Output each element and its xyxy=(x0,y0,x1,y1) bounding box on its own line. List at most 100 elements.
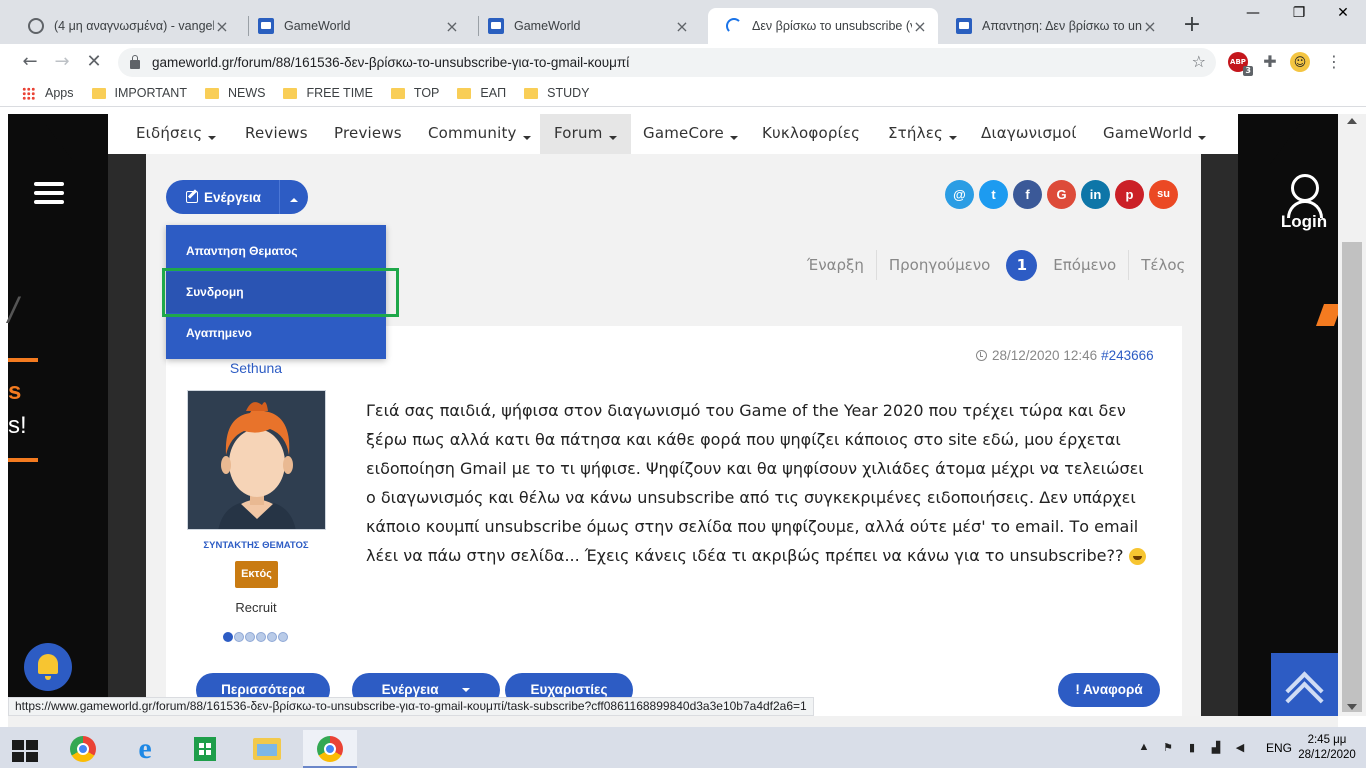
volume-icon[interactable]: ◀ xyxy=(1232,741,1248,755)
profile-avatar-icon[interactable]: ☺ xyxy=(1290,52,1310,72)
bookmark-eap[interactable]: ΕΑΠ xyxy=(457,86,506,100)
globe-icon xyxy=(28,18,44,34)
close-window-button[interactable]: ✕ xyxy=(1320,0,1366,28)
flag-icon[interactable]: ⚑ xyxy=(1160,741,1176,755)
bookmark-important[interactable]: IMPORTANT xyxy=(91,86,187,100)
twitter-icon[interactable]: t xyxy=(979,180,1008,209)
bookmark-star-icon[interactable]: ☆ xyxy=(1192,52,1206,71)
forward-arrow-icon[interactable]: → xyxy=(50,50,74,74)
tab-close-icon[interactable]: × xyxy=(444,17,460,36)
pagination-start[interactable]: Έναρξη xyxy=(795,250,876,280)
taskbar-store[interactable] xyxy=(180,730,228,768)
google-icon[interactable]: G xyxy=(1047,180,1076,209)
input-language[interactable]: ENG xyxy=(1266,741,1292,755)
report-button[interactable]: ! Αναφορά xyxy=(1058,673,1160,707)
stop-loading-icon[interactable]: ✕ xyxy=(82,50,106,74)
scrollbar-thumb[interactable] xyxy=(1342,242,1362,712)
nav-item-contests[interactable]: Διαγωνισμοί xyxy=(981,114,1077,154)
tab-close-icon[interactable]: × xyxy=(214,17,230,36)
scroll-up-arrow-icon[interactable] xyxy=(1347,118,1357,124)
taskbar-internet-explorer[interactable]: e xyxy=(120,730,168,768)
bookmark-news[interactable]: NEWS xyxy=(204,86,266,100)
menu-item-reply[interactable]: Απαντηση Θεματος xyxy=(166,231,386,272)
nav-item-gameworld[interactable]: GameWorld xyxy=(1103,114,1207,154)
hamburger-icon xyxy=(34,191,64,195)
battery-icon[interactable]: ▮ xyxy=(1184,741,1200,755)
browser-toolbar: ← → ✕ gameworld.gr/forum/88/161536-δεν-β… xyxy=(0,44,1366,80)
post-author-username[interactable]: Sethuna xyxy=(186,360,326,376)
pagination: Έναρξη Προηγούμενο 1 Επόμενο Τέλος xyxy=(795,249,1197,281)
pinterest-icon[interactable]: p xyxy=(1115,180,1144,209)
show-hidden-icons-icon[interactable]: ▲ xyxy=(1136,741,1152,755)
rank-dot xyxy=(256,632,266,642)
wifi-signal-icon[interactable]: ▟ xyxy=(1208,741,1224,755)
browser-tab-4-active[interactable]: Δεν βρίσκω το unsubscribe (γι × xyxy=(708,8,938,44)
scroll-to-top-button[interactable] xyxy=(1271,653,1338,720)
pagination-next[interactable]: Επόμενο xyxy=(1041,250,1128,280)
stumbleupon-icon[interactable]: su xyxy=(1149,180,1178,209)
browser-tab-3[interactable]: GameWorld × xyxy=(470,8,700,44)
email-icon[interactable]: @ xyxy=(945,180,974,209)
pagination-end[interactable]: Τέλος xyxy=(1128,250,1197,280)
taskbar-file-explorer[interactable] xyxy=(242,730,290,768)
bookmark-top[interactable]: TOP xyxy=(390,86,439,100)
start-button[interactable] xyxy=(0,730,48,768)
nav-item-columns[interactable]: Στήλες xyxy=(888,114,958,154)
nav-label: Community xyxy=(428,124,517,142)
action-button-main[interactable]: Ενέργεια xyxy=(166,180,280,214)
bookmark-label: IMPORTANT xyxy=(114,86,187,100)
tab-close-icon[interactable]: × xyxy=(674,17,690,36)
back-arrow-icon[interactable]: ← xyxy=(18,50,42,74)
action-label: Ενέργεια xyxy=(204,189,261,205)
linkedin-icon[interactable]: in xyxy=(1081,180,1110,209)
tab-close-icon[interactable]: × xyxy=(1142,17,1158,36)
bookmark-label: NEWS xyxy=(227,86,266,100)
post-permalink[interactable]: #243666 xyxy=(1101,348,1154,363)
post-body: Γειά σας παιδιά, ψήφισα στον διαγωνισμό … xyxy=(366,396,1156,570)
caret-down-icon xyxy=(729,135,738,140)
pagination-prev[interactable]: Προηγούμενο xyxy=(875,250,1002,280)
bookmark-study[interactable]: STUDY xyxy=(524,86,589,100)
browser-tab-5[interactable]: Απαντηση: Δεν βρίσκω το unsu × xyxy=(938,8,1168,44)
taskbar-chrome-active[interactable] xyxy=(303,730,357,768)
nav-item-releases[interactable]: Κυκλοφορίες xyxy=(762,114,860,154)
tab-close-icon[interactable]: × xyxy=(912,17,928,36)
browser-tab-2[interactable]: GameWorld × xyxy=(240,8,470,44)
nav-item-reviews[interactable]: Reviews xyxy=(245,114,308,154)
nav-item-gamecore[interactable]: GameCore xyxy=(643,114,738,154)
system-tray: ▲ ⚑ ▮ ▟ ◀ ENG xyxy=(1136,727,1292,768)
maximize-button[interactable]: ❐ xyxy=(1276,0,1322,28)
pagination-current-page[interactable]: 1 xyxy=(1006,249,1038,281)
nav-item-news[interactable]: Ειδήσεις xyxy=(136,114,217,154)
horizontal-scrollbar[interactable] xyxy=(8,716,1338,727)
action-toggle[interactable] xyxy=(280,190,308,205)
facebook-icon[interactable]: f xyxy=(1013,180,1042,209)
caret-down-icon xyxy=(208,135,217,140)
new-tab-button[interactable]: + xyxy=(1180,12,1204,37)
avatar[interactable] xyxy=(187,390,326,530)
scroll-down-arrow-icon[interactable] xyxy=(1347,704,1357,710)
browser-menu-icon[interactable]: ⋮ xyxy=(1324,52,1344,72)
taskbar-clock[interactable]: 2:45 μμ 28/12/2020 xyxy=(1298,733,1356,763)
post-text: Γειά σας παιδιά, ψήφισα στον διαγωνισμό … xyxy=(366,401,1144,565)
bookmark-free-time[interactable]: FREE TIME xyxy=(283,86,373,100)
notifications-bell-button[interactable] xyxy=(24,643,72,691)
nav-item-previews[interactable]: Previews xyxy=(334,114,402,154)
address-bar[interactable]: gameworld.gr/forum/88/161536-δεν-βρίσκω-… xyxy=(118,48,1216,77)
rank-dot xyxy=(223,632,233,642)
taskbar-chrome[interactable] xyxy=(58,730,106,768)
action-dropdown-button[interactable]: Ενέργεια xyxy=(166,180,308,214)
gameworld-icon xyxy=(488,18,504,34)
tab-title: Απαντηση: Δεν βρίσκω το unsu xyxy=(982,19,1142,33)
caret-up-icon xyxy=(289,197,298,202)
extensions-puzzle-icon[interactable]: ✚ xyxy=(1260,52,1280,72)
bookmark-apps[interactable]: Apps xyxy=(22,86,74,100)
nav-item-community[interactable]: Community xyxy=(428,114,531,154)
nav-item-forum[interactable]: Forum xyxy=(540,114,631,154)
rank-dot xyxy=(267,632,277,642)
vertical-scrollbar[interactable] xyxy=(1338,114,1366,716)
minimize-button[interactable]: — xyxy=(1230,0,1276,28)
adblock-extension-icon[interactable]: ABP 3 xyxy=(1228,52,1253,76)
menu-item-favorite[interactable]: Αγαπημενο xyxy=(166,313,386,354)
browser-tab-1[interactable]: (4 μη αναγνωσμένα) - vangelis × xyxy=(10,8,240,44)
